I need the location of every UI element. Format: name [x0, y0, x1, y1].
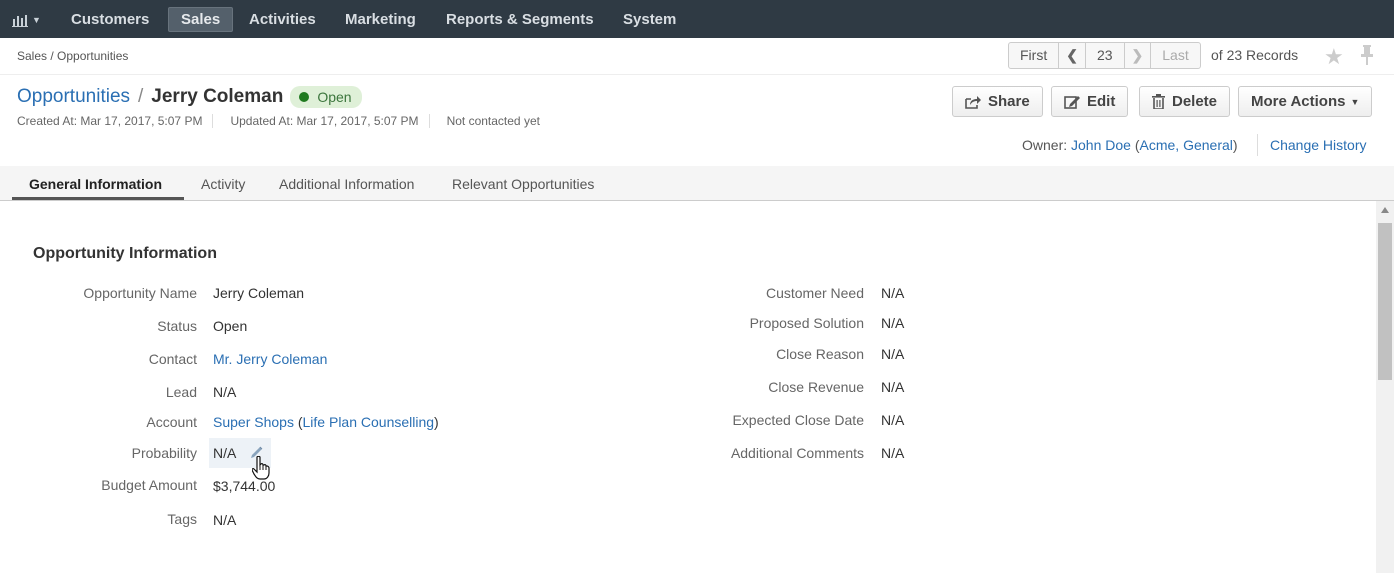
nav-sales[interactable]: Sales	[168, 7, 234, 32]
account-customer-link[interactable]: Life Plan Counselling	[303, 414, 435, 430]
delete-button-label: Delete	[1172, 93, 1218, 110]
field-label-budget-amount: Budget Amount	[101, 477, 197, 493]
opportunities-link[interactable]: Opportunities	[17, 86, 130, 108]
field-value-additional-comments: N/A	[881, 445, 905, 461]
dashboard-menu[interactable]: ▼	[12, 11, 41, 29]
nav-marketing[interactable]: Marketing	[333, 7, 428, 32]
field-value-status: Open	[213, 318, 248, 334]
nav-system[interactable]: System	[611, 7, 688, 32]
field-value-lead: N/A	[213, 384, 237, 400]
field-value-proposed-solution: N/A	[881, 315, 905, 331]
status-badge: Open	[290, 86, 362, 108]
field-value-expected-close-date: N/A	[881, 412, 905, 428]
field-label-probability: Probability	[131, 445, 197, 461]
chevron-left-icon[interactable]: ❮	[1059, 43, 1086, 68]
pager-first-button[interactable]: First	[1009, 43, 1060, 68]
more-actions-label: More Actions	[1251, 93, 1346, 110]
star-icon[interactable]: ★	[1324, 44, 1344, 70]
tab-additional-information[interactable]: Additional Information	[279, 176, 414, 192]
divider	[1257, 134, 1258, 156]
field-label-expected-close-date: Expected Close Date	[732, 412, 864, 428]
change-history-link[interactable]: Change History	[1270, 137, 1367, 153]
tab-activity[interactable]: Activity	[201, 176, 245, 192]
contact-status: Not contacted yet	[446, 114, 540, 128]
pager-current: 23	[1086, 43, 1125, 68]
hand-cursor-icon	[252, 456, 270, 480]
field-value-close-reason: N/A	[881, 346, 905, 362]
field-label-proposed-solution: Proposed Solution	[749, 315, 864, 331]
share-icon	[965, 95, 981, 109]
record-pager: First ❮ 23 ❯ Last	[1008, 42, 1201, 69]
field-value-budget-amount: $3,744.00	[213, 478, 276, 494]
nav-reports-segments[interactable]: Reports & Segments	[434, 7, 606, 32]
title-separator: /	[138, 86, 144, 107]
record-meta: Created At: Mar 17, 2017, 5:07 PM Update…	[17, 114, 567, 128]
field-label-status: Status	[157, 318, 197, 334]
field-value-tags: N/A	[213, 512, 237, 528]
section-title: Opportunity Information	[33, 245, 217, 262]
field-label-additional-comments: Additional Comments	[730, 445, 864, 461]
pin-icon[interactable]	[1359, 45, 1375, 65]
breadcrumb[interactable]: Sales / Opportunities	[17, 49, 128, 63]
field-label-lead: Lead	[165, 384, 197, 400]
field-label-opportunity-name: Opportunity Name	[83, 285, 197, 301]
pager-last-button[interactable]: Last	[1151, 43, 1199, 68]
scroll-up-icon[interactable]	[1381, 207, 1389, 213]
scrollbar-thumb[interactable]	[1378, 223, 1392, 380]
field-value-account: Super Shops (Life Plan Counselling)	[213, 414, 439, 430]
status-dot-icon	[299, 92, 310, 102]
more-actions-button[interactable]: More Actions ▼	[1238, 86, 1373, 117]
records-count: of 23 Records	[1211, 47, 1299, 63]
tab-relevant-opportunities[interactable]: Relevant Opportunities	[452, 176, 594, 192]
owner-label: Owner:	[1022, 137, 1068, 153]
account-link[interactable]: Super Shops	[213, 414, 294, 430]
top-navigation: ▼ Customers Sales Activities Marketing R…	[0, 0, 1394, 38]
trash-icon	[1152, 94, 1165, 109]
updated-at: Updated At: Mar 17, 2017, 5:07 PM	[230, 114, 430, 128]
record-name: Jerry Coleman	[151, 86, 284, 107]
field-label-customer-need: Customer Need	[765, 285, 864, 301]
nav-activities[interactable]: Activities	[237, 7, 328, 32]
owner-name-link[interactable]: John Doe	[1071, 137, 1131, 153]
owner-info: Owner: John Doe (Acme, General)	[1022, 137, 1238, 153]
field-value-opportunity-name: Jerry Coleman	[213, 285, 305, 301]
share-button-label: Share	[988, 93, 1030, 110]
page-title: Opportunities / Jerry Coleman Open	[17, 86, 362, 108]
delete-button[interactable]: Delete	[1139, 86, 1231, 117]
divider	[0, 74, 1394, 75]
caret-down-icon: ▼	[1350, 96, 1360, 107]
field-value-probability[interactable]: N/A	[213, 445, 236, 461]
created-at: Created At: Mar 17, 2017, 5:07 PM	[17, 114, 214, 128]
field-value-close-revenue: N/A	[881, 379, 905, 395]
field-label-account: Account	[146, 414, 197, 430]
field-label-tags: Tags	[167, 511, 197, 527]
chevron-right-icon[interactable]: ❯	[1125, 43, 1152, 68]
nav-customers[interactable]: Customers	[59, 7, 161, 32]
caret-down-icon: ▼	[32, 15, 41, 25]
edit-button[interactable]: Edit	[1051, 86, 1129, 117]
share-button[interactable]: Share	[952, 86, 1043, 117]
contact-link[interactable]: Mr. Jerry Coleman	[213, 351, 327, 367]
edit-icon	[1064, 95, 1080, 109]
status-badge-label: Open	[317, 89, 352, 105]
field-label-close-reason: Close Reason	[776, 346, 864, 362]
field-value-contact: Mr. Jerry Coleman	[213, 351, 327, 367]
field-value-customer-need: N/A	[881, 285, 905, 301]
tab-general-information[interactable]: General Information	[29, 176, 162, 192]
owner-paren-close: )	[1232, 137, 1238, 153]
active-tab-indicator	[12, 197, 184, 200]
edit-button-label: Edit	[1087, 93, 1116, 110]
field-label-contact: Contact	[148, 351, 197, 367]
owner-org-link[interactable]: Acme, General	[1140, 137, 1233, 153]
field-label-close-revenue: Close Revenue	[768, 379, 864, 395]
bar-chart-icon	[12, 15, 28, 27]
